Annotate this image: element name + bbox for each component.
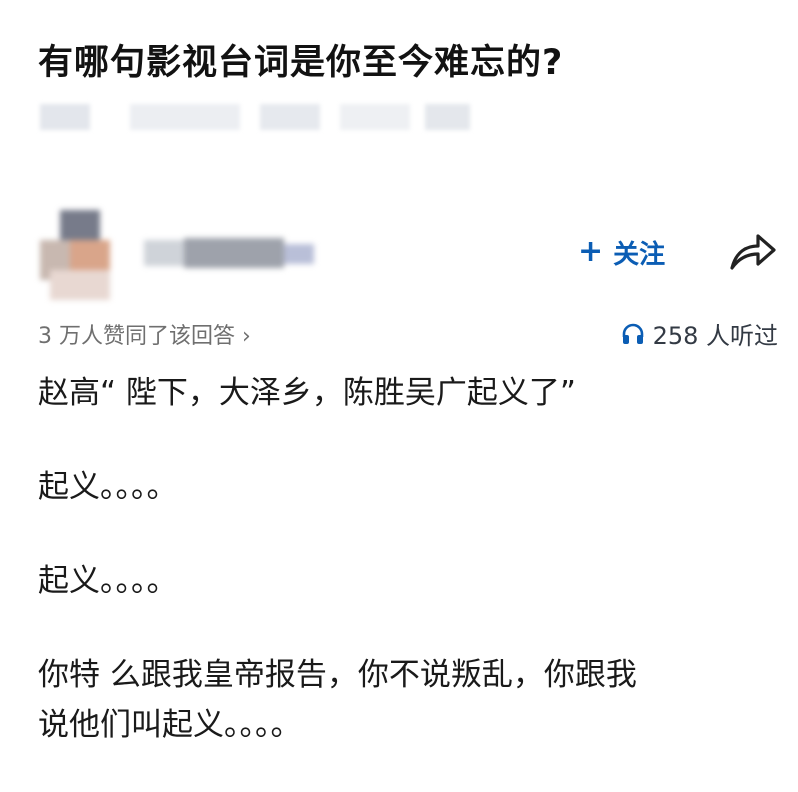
author-row: + 关注 (40, 210, 780, 300)
answer-paragraph: 起义。。。。 (38, 469, 178, 505)
stats-row: 3 万人赞同了该回答 › 258 人听过 (38, 316, 778, 350)
listen-count: 258 人听过 (652, 322, 778, 350)
answer-paragraph: 起义。。。。 (38, 563, 178, 599)
share-button[interactable] (728, 230, 778, 274)
blurred-question-meta (40, 104, 470, 130)
follow-button[interactable]: + 关注 (578, 232, 665, 272)
headphones-icon (622, 323, 643, 344)
share-arrow-icon (730, 234, 776, 270)
answer-body: 赵高“ 陛下，大泽乡，陈胜吴广起义了” 起义。。。。 起义。。。。 你特 么跟我… (38, 368, 778, 750)
question-title: 有哪句影视台词是你至今难忘的? (38, 43, 564, 83)
listen-stat[interactable]: 258 人听过 (621, 316, 778, 351)
plus-icon: + (578, 234, 604, 269)
follow-label: 关注 (613, 239, 666, 270)
answer-paragraph: 你特 么跟我皇帝报告，你不说叛乱，你跟我 说他们叫起义。。。。 (38, 657, 637, 743)
answer-paragraph: 赵高“ 陛下，大泽乡，陈胜吴广起义了” (38, 375, 576, 411)
upvote-count-link[interactable]: 3 万人赞同了该回答 › (38, 318, 251, 350)
avatar[interactable] (40, 210, 120, 300)
author-name-blurred[interactable] (144, 236, 324, 270)
